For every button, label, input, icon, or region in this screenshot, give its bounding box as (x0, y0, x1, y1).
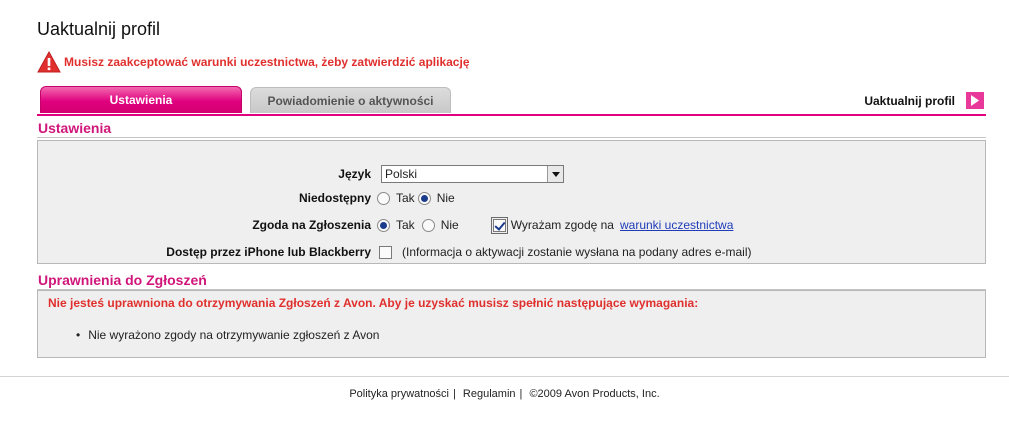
footer-separator: | (519, 388, 523, 400)
terms-checkbox[interactable] (492, 218, 506, 232)
terms-link[interactable]: warunki uczestnictwa (620, 218, 733, 232)
tab-settings[interactable]: Ustawienia (40, 86, 242, 113)
consent-row: Zgoda na Zgłoszenia Tak Nie Wyrażam zgod… (38, 215, 985, 235)
settings-section-title: Ustawienia (38, 120, 112, 136)
arrow-right-icon (966, 92, 984, 109)
language-label: Język (338, 167, 371, 181)
mobile-access-note: (Informacja o aktywacji zostanie wysłana… (402, 245, 752, 259)
consent-no-label: Nie (440, 218, 459, 232)
unavailable-label: Niedostępny (298, 191, 371, 205)
language-row: Język Polski (38, 164, 985, 184)
footer-separator: | (453, 388, 456, 400)
footer: Polityka prywatności | Regulamin | ©2009 A… (0, 388, 1009, 400)
list-item: • Nie wyrażono zgody na otrzymywanie zgło… (76, 328, 380, 342)
consent-no-radio[interactable] (421, 218, 435, 232)
settings-divider (37, 137, 986, 138)
list-item-text: Nie wyrażono zgody na otrzymywanie zgłos… (88, 328, 380, 342)
tab-settings-label: Ustawienia (109, 93, 173, 107)
permissions-section-title: Uprawnienia do Zgłoszeń (38, 272, 207, 288)
terms-checkbox-label: Wyrażam zgodę na (510, 218, 614, 232)
update-profile-button[interactable]: Uaktualnij profil (864, 92, 984, 109)
footer-divider (0, 376, 1009, 377)
permissions-panel: Nie jesteś uprawniona do otrzymywania Zg… (37, 290, 986, 358)
unavailable-no-radio[interactable] (417, 191, 431, 205)
mobile-access-label: Dostęp przez iPhone lub Blackberry (166, 245, 371, 259)
page-title: Uaktualnij profil (37, 19, 161, 39)
unavailable-yes-label: Tak (396, 191, 415, 205)
tab-underline (37, 114, 986, 116)
mobile-access-checkbox[interactable] (379, 245, 392, 259)
language-select[interactable]: Polski (381, 165, 564, 183)
consent-label: Zgoda na Zgłoszenia (252, 218, 371, 232)
privacy-policy-link[interactable]: Polityka prywatności (349, 388, 449, 400)
unavailable-row: Niedostępny Tak Nie (38, 188, 985, 208)
terms-warning: Musisz zaakceptować warunki uczestnictwa… (37, 51, 470, 73)
warning-text: Musisz zaakceptować warunki uczestnictwa… (64, 55, 470, 69)
consent-yes-label: Tak (396, 218, 415, 232)
chevron-down-icon (547, 166, 563, 182)
terms-checkbox-frame (490, 216, 508, 234)
consent-yes-radio[interactable] (377, 218, 390, 232)
tab-activity-notification-label: Powiadomienie o aktywności (267, 93, 434, 108)
mobile-access-row: Dostęp przez iPhone lub Blackberry (Info… (38, 242, 985, 262)
permissions-warning: Nie jesteś uprawniona do otrzymywania Zg… (48, 296, 699, 310)
settings-panel: Język Polski Niedostępny Tak Nie Zgoda n… (37, 140, 986, 264)
unavailable-no-label: Nie (436, 191, 455, 205)
terms-footer-link[interactable]: Regulamin (463, 388, 516, 400)
copyright-text: ©2009 Avon Products, Inc. (529, 388, 660, 400)
tab-activity-notification[interactable]: Powiadomienie o aktywności (250, 87, 451, 113)
unavailable-yes-radio[interactable] (377, 191, 390, 205)
warning-triangle-icon (37, 51, 61, 73)
language-selected-value: Polski (385, 167, 418, 181)
update-profile-label: Uaktualnij profil (864, 93, 955, 108)
permissions-list: • Nie wyrażono zgody na otrzymywanie zgło… (76, 328, 379, 342)
